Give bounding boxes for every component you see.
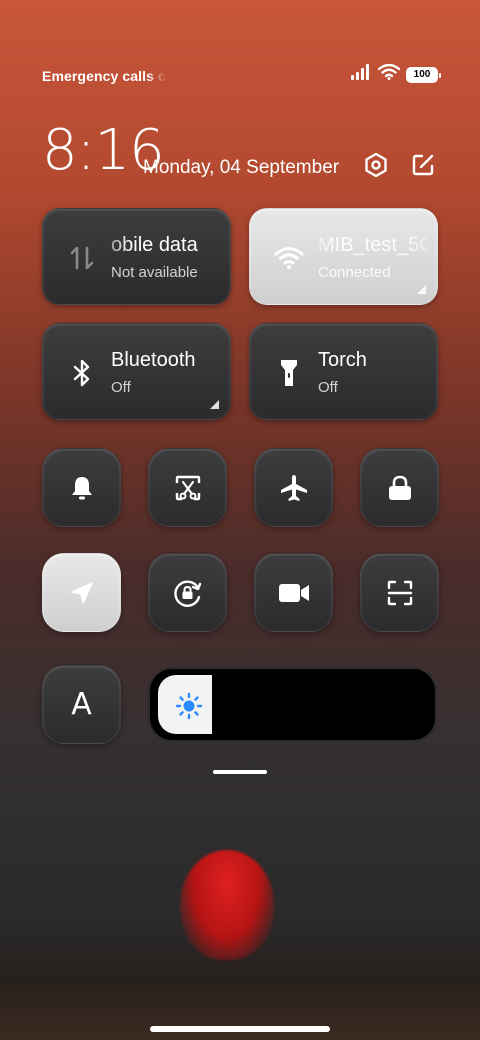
screenshot-toggle[interactable]: [148, 448, 227, 527]
screen-recorder-toggle[interactable]: [254, 553, 333, 632]
mobile-data-title: obile data: [111, 234, 198, 256]
wifi-status-icon: [377, 63, 401, 85]
mobile-data-icon: [67, 243, 97, 273]
wifi-network-name: MIB_test_5G: [318, 234, 428, 256]
lock-icon: [361, 449, 438, 526]
brightness-slider[interactable]: [148, 667, 437, 742]
airplane-icon: [255, 449, 332, 526]
torch-icon: [274, 358, 304, 388]
bluetooth-icon: [67, 358, 97, 388]
edit-icon[interactable]: [408, 150, 438, 180]
screenshot-icon: [149, 449, 226, 526]
mobile-data-status: Not available: [111, 264, 198, 281]
lock-screen-toggle[interactable]: [360, 448, 439, 527]
status-bar: Emergency calls o 100: [42, 63, 441, 88]
settings-icon[interactable]: [361, 150, 391, 180]
wifi-tile[interactable]: MIB_test_5G Connected: [249, 208, 438, 305]
bell-icon: [43, 449, 120, 526]
location-toggle[interactable]: [42, 553, 121, 632]
airplane-mode-toggle[interactable]: [254, 448, 333, 527]
bluetooth-tile[interactable]: Bluetooth Off: [42, 323, 231, 420]
torch-title: Torch: [318, 349, 367, 371]
drag-handle[interactable]: [213, 770, 267, 774]
signal-icon: [350, 64, 372, 85]
font-size-toggle[interactable]: A: [42, 665, 121, 744]
sun-icon: [174, 691, 204, 721]
font-size-label: A: [71, 687, 92, 722]
torch-tile[interactable]: Torch Off: [249, 323, 438, 420]
emergency-calls-text: Emergency calls o: [42, 68, 166, 84]
battery-level: 100: [413, 69, 431, 80]
scanner-icon: [361, 554, 438, 631]
battery-icon: 100: [406, 66, 441, 83]
video-camera-icon: [255, 554, 332, 631]
bluetooth-title: Bluetooth: [111, 349, 196, 371]
scanner-toggle[interactable]: [360, 553, 439, 632]
wifi-icon: [274, 243, 304, 273]
home-indicator[interactable]: [150, 1026, 330, 1032]
status-icons: 100: [350, 63, 441, 85]
ringer-toggle[interactable]: [42, 448, 121, 527]
rotation-lock-toggle[interactable]: [148, 553, 227, 632]
wifi-status: Connected: [318, 264, 391, 281]
date: Monday, 04 September: [143, 157, 340, 178]
bluetooth-expand-indicator[interactable]: [210, 400, 219, 409]
rotation-lock-icon: [149, 554, 226, 631]
torch-status: Off: [318, 379, 338, 396]
mobile-data-tile[interactable]: obile data Not available: [42, 208, 231, 305]
wallpaper-sun: [180, 850, 274, 960]
wifi-expand-indicator[interactable]: [417, 285, 426, 294]
location-icon: [43, 554, 120, 631]
bluetooth-status: Off: [111, 379, 131, 396]
